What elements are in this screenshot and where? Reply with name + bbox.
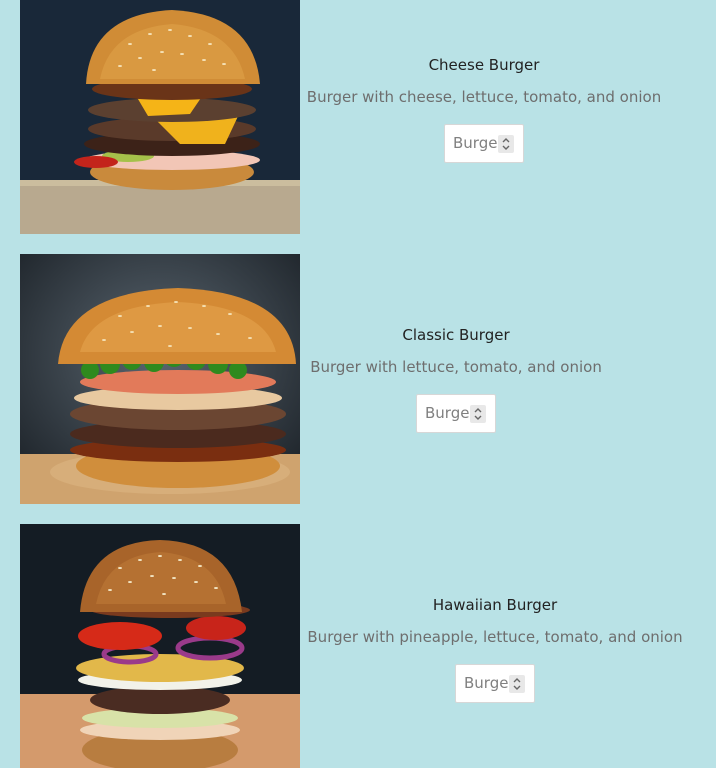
quantity-placeholder: Burger [425,404,475,422]
classic-burger-photo [20,254,300,504]
menu-item-cheese-burger: Cheese Burger Burger with cheese, lettuc… [20,0,710,234]
hawaiian-burger-info: Hawaiian Burger Burger with pineapple, l… [307,524,683,768]
item-description: Burger with pineapple, lettuce, tomato, … [307,627,683,646]
quantity-input[interactable]: Burger [444,123,524,163]
item-title: Cheese Burger [428,55,540,74]
quantity-placeholder: Burger [453,134,503,152]
quantity-placeholder: Burger [464,674,514,692]
classic-burger-info: Classic Burger Burger with lettuce, toma… [310,254,602,504]
hawaiian-burger-photo [20,524,300,768]
cheese-burger-photo [20,0,300,234]
spinner-icon[interactable] [509,674,525,693]
menu-page: Cheese Burger Burger with cheese, lettuc… [0,0,716,768]
item-title: Classic Burger [402,325,510,344]
cheese-burger-image [20,0,300,234]
menu-item-hawaiian-burger: Hawaiian Burger Burger with pineapple, l… [20,524,710,768]
quantity-input[interactable]: Burger [455,663,535,703]
menu-item-classic-burger: Classic Burger Burger with lettuce, toma… [20,254,710,504]
classic-burger-image [20,254,300,504]
quantity-input[interactable]: Burger [416,393,496,433]
cheese-burger-info: Cheese Burger Burger with cheese, lettuc… [307,0,661,234]
spinner-icon[interactable] [498,134,514,153]
item-title: Hawaiian Burger [432,595,558,614]
hawaiian-burger-image [20,524,300,768]
spinner-icon[interactable] [470,404,486,423]
item-description: Burger with cheese, lettuce, tomato, and… [306,87,662,106]
item-description: Burger with lettuce, tomato, and onion [310,357,602,376]
